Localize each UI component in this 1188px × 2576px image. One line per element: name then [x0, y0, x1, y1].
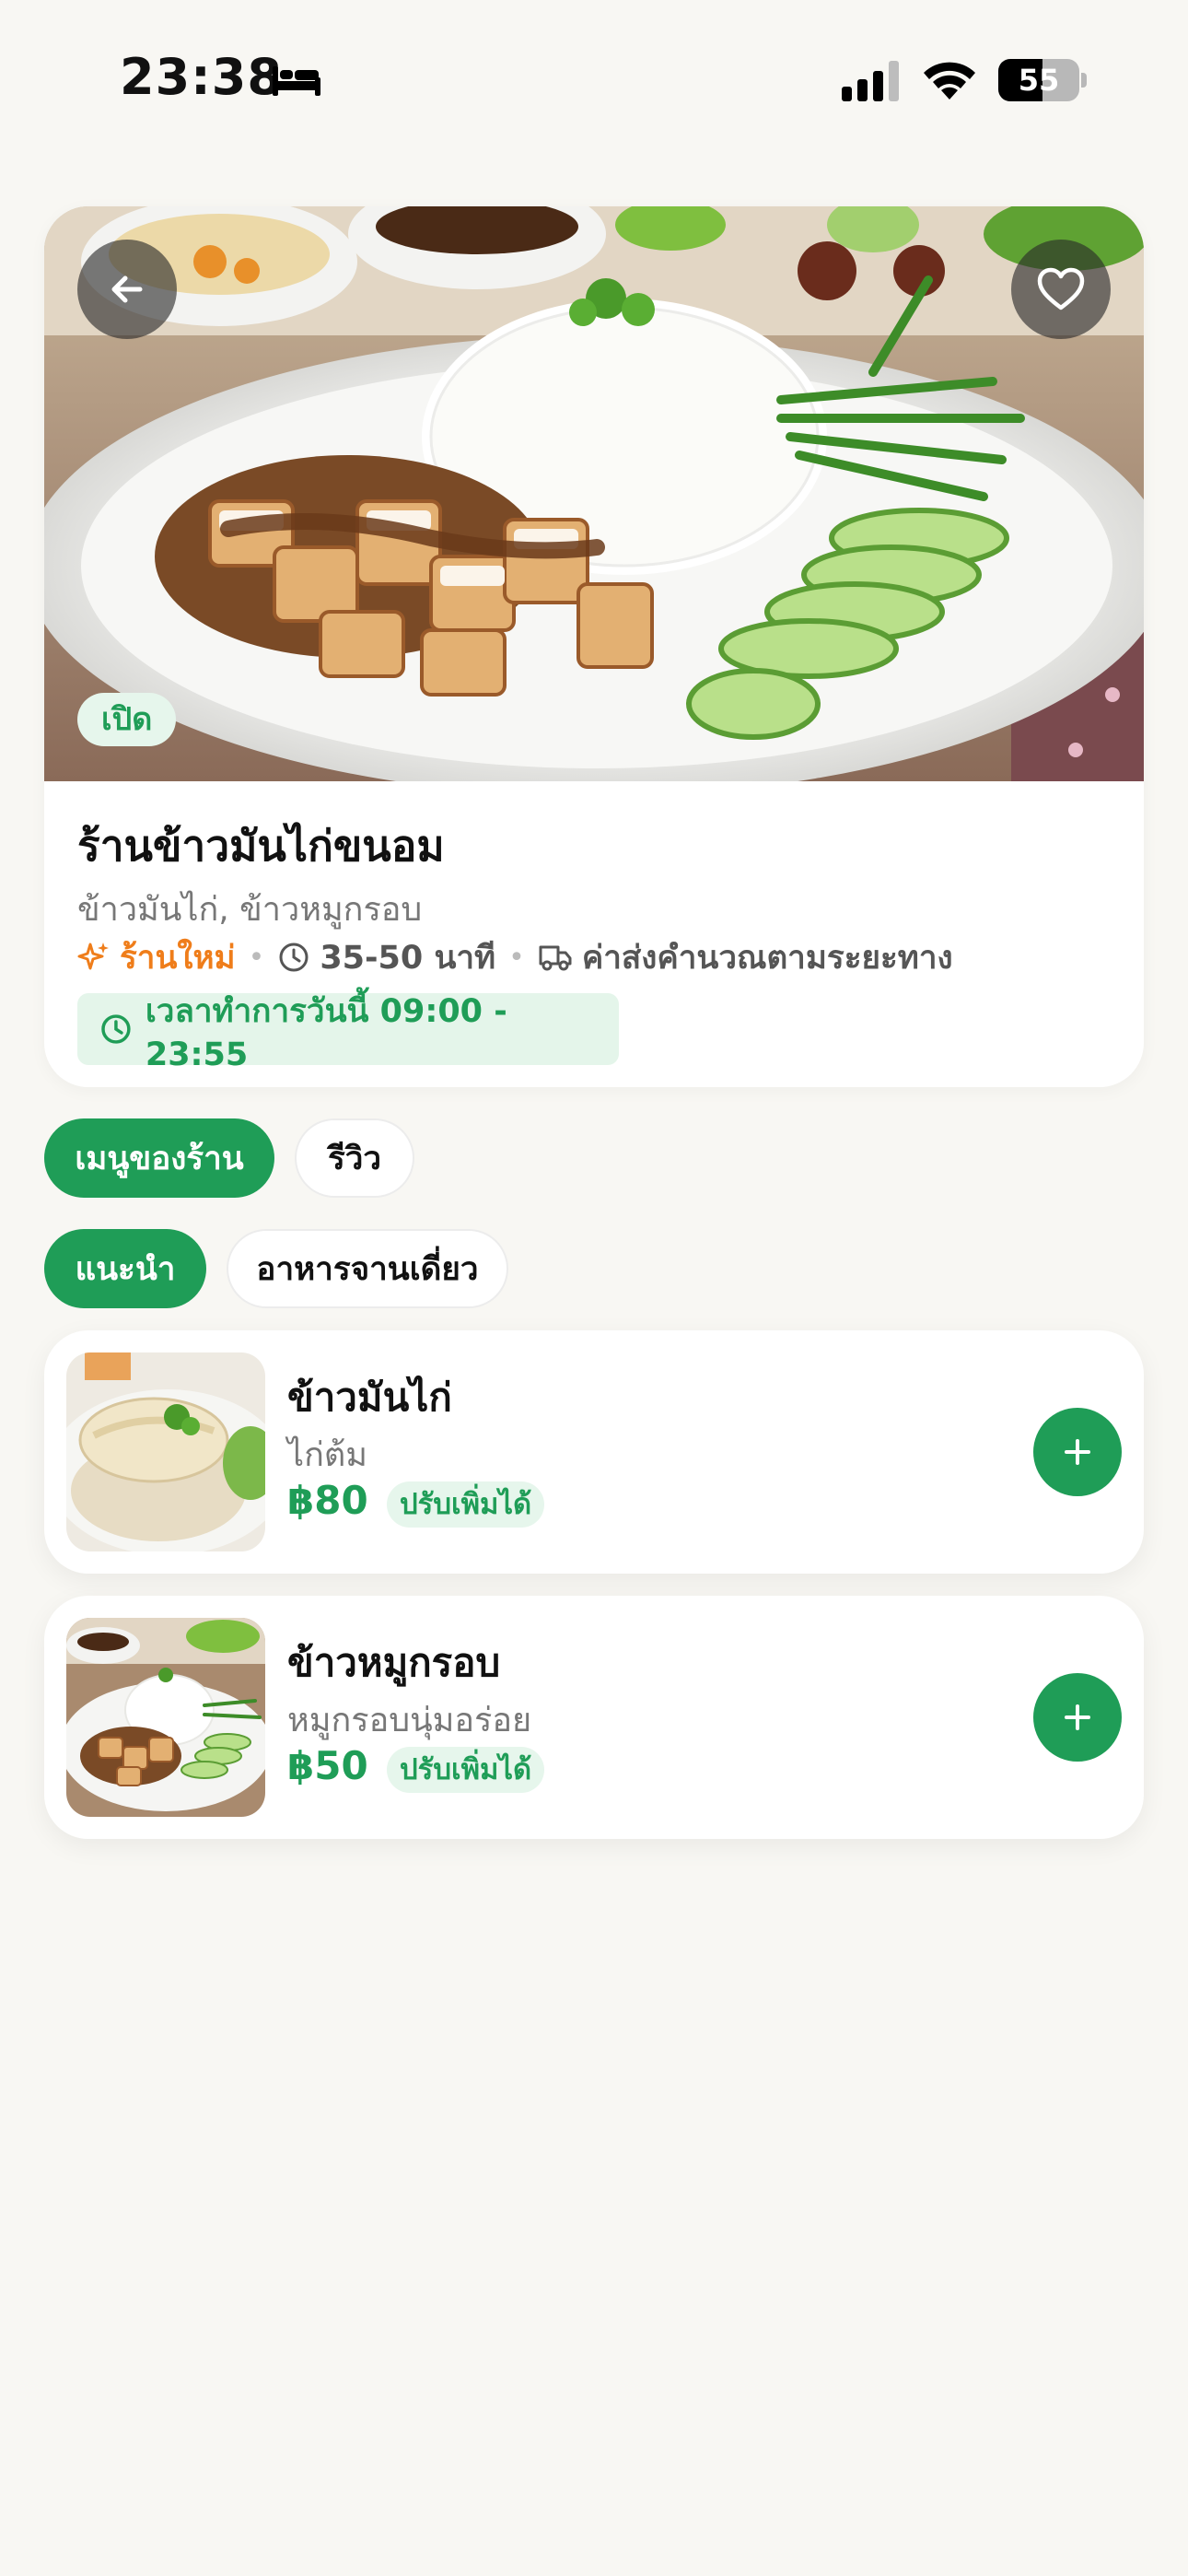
status-bar: 23:38 55	[0, 0, 1188, 157]
heart-icon	[1037, 267, 1085, 310]
wifi-icon	[924, 62, 975, 100]
menu-item-description: ไก่ต้ม	[287, 1436, 368, 1474]
open-status-badge: เปิด	[77, 693, 177, 746]
menu-item-name: ข้าวมันไก่	[287, 1375, 452, 1420]
back-button[interactable]	[77, 240, 177, 339]
tab-reviews[interactable]: รีวิว	[295, 1118, 414, 1198]
new-store-label: ร้านใหม่	[77, 932, 236, 983]
menu-item-image-crispy-pork-rice	[66, 1618, 265, 1817]
clock-icon	[279, 943, 309, 972]
category-recommended[interactable]: แนะนำ	[44, 1229, 206, 1308]
category-single-dish[interactable]: อาหารจานเดี่ยว	[227, 1229, 508, 1308]
restaurant-page: 23:38 55 เปิด ร้านข้าวมันไก่ขนอม ข้าวมัน…	[0, 0, 1188, 2576]
sparkle-icon	[77, 943, 109, 970]
new-store-text: ร้านใหม่	[120, 939, 236, 977]
delivery-fee: ค่าส่งคำนวณตามระยะทาง	[538, 932, 953, 983]
customizable-badge: ปรับเพิ่มได้	[387, 1747, 545, 1793]
store-meta-row: ร้านใหม่ • 35-50 นาที • ค่าส่งคำนวณตามระ…	[77, 934, 953, 980]
menu-item-name: ข้าวหมูกรอบ	[287, 1640, 501, 1685]
battery-level-text: 55	[1018, 63, 1060, 98]
store-categories: ข้าวมันไก่, ข้าวหมูกรอบ	[77, 891, 423, 929]
menu-item-price: ฿80	[287, 1478, 368, 1523]
menu-item[interactable]: ข้าวหมูกรอบ หมูกรอบนุ่มอร่อย ฿50 ปรับเพิ…	[44, 1596, 1144, 1839]
opening-hours-text: เวลาทำการวันนี้ 09:00 - 23:55	[145, 992, 507, 1073]
add-to-cart-button[interactable]	[1033, 1673, 1122, 1762]
delivery-fee-text: ค่าส่งคำนวณตามระยะทาง	[581, 939, 953, 977]
customizable-badge: ปรับเพิ่มได้	[387, 1481, 545, 1528]
cellular-signal-icon	[842, 61, 899, 101]
tab-menu[interactable]: เมนูของร้าน	[44, 1118, 274, 1198]
store-hero-image: เปิด	[44, 206, 1144, 781]
plus-icon	[1065, 1704, 1090, 1730]
bed-icon	[273, 66, 320, 96]
menu-item[interactable]: ข้าวมันไก่ ไก่ต้ม ฿80 ปรับเพิ่มได้	[44, 1330, 1144, 1574]
delivery-time: 35-50 นาที	[277, 932, 495, 983]
menu-item-price: ฿50	[287, 1743, 368, 1788]
arrow-left-icon	[111, 275, 143, 303]
favorite-button[interactable]	[1011, 240, 1111, 339]
status-time: 23:38	[120, 48, 283, 106]
store-name: ร้านข้าวมันไก่ขนอม	[77, 821, 445, 871]
plus-icon	[1065, 1439, 1090, 1465]
delivery-time-text: 35-50 นาที	[320, 939, 496, 977]
clock-icon	[101, 1014, 131, 1044]
opening-hours: เวลาทำการวันนี้ 09:00 - 23:55	[77, 993, 619, 1073]
store-card: เปิด ร้านข้าวมันไก่ขนอม ข้าวมันไก่, ข้าว…	[44, 206, 1144, 1087]
menu-item-image-chicken-rice	[66, 1352, 265, 1551]
menu-item-description: หมูกรอบนุ่มอร่อย	[287, 1702, 532, 1739]
delivery-truck-icon	[539, 945, 572, 971]
add-to-cart-button[interactable]	[1033, 1408, 1122, 1496]
battery-indicator: 55	[998, 59, 1087, 101]
